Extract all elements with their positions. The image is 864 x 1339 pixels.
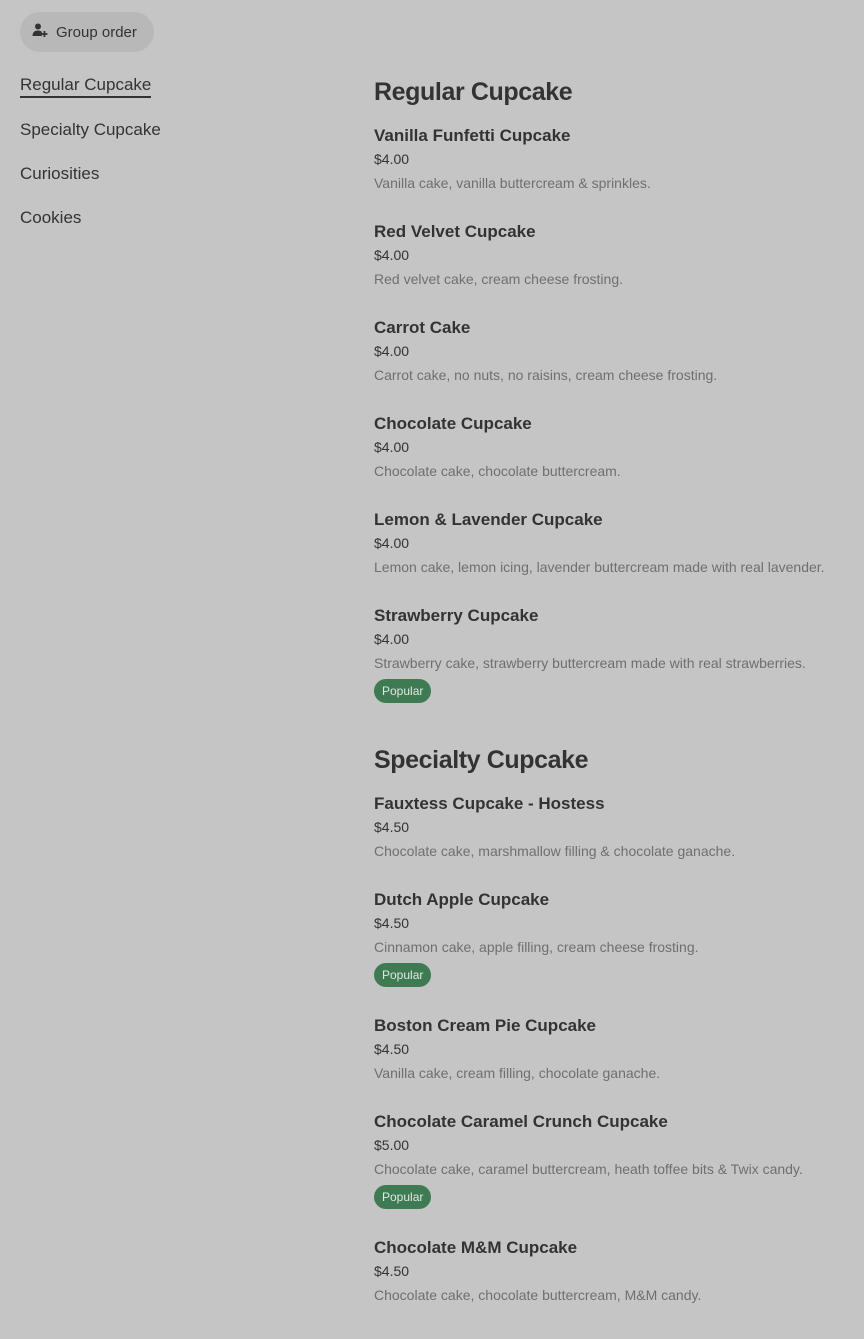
sidebar-item-specialty-cupcake[interactable]: Specialty Cupcake (20, 119, 320, 140)
item-name: Chocolate Caramel Crunch Cupcake (374, 1112, 668, 1131)
menu-item[interactable]: Fauxtess Cupcake - Hostess $4.50 Chocola… (374, 792, 854, 861)
item-description: Chocolate cake, chocolate buttercream, M… (374, 1287, 702, 1303)
item-price: $5.00 (374, 1137, 410, 1153)
menu-item[interactable]: Chocolate M&M Cupcake $4.50 Chocolate ca… (374, 1236, 854, 1305)
item-name: Vanilla Funfetti Cupcake (374, 126, 571, 145)
sidebar-item-cookies[interactable]: Cookies (20, 207, 320, 228)
section-specialty-cupcake: Specialty Cupcake Fauxtess Cupcake - Hos… (374, 744, 854, 1305)
item-description: Carrot cake, no nuts, no raisins, cream … (374, 367, 718, 383)
item-name: Chocolate M&M Cupcake (374, 1238, 578, 1257)
item-name: Red Velvet Cupcake (374, 222, 536, 241)
item-description: Vanilla cake, vanilla buttercream & spri… (374, 175, 651, 191)
popular-badge: Popular (374, 679, 432, 703)
item-description: Red velvet cake, cream cheese frosting. (374, 271, 624, 287)
menu-item[interactable]: Lemon & Lavender Cupcake $4.00 Lemon cak… (374, 508, 854, 577)
item-price: $4.00 (374, 535, 410, 551)
section-title: Regular Cupcake (374, 78, 573, 106)
popular-badge: Popular (374, 1185, 432, 1209)
menu-item[interactable]: Chocolate Caramel Crunch Cupcake $5.00 C… (374, 1110, 854, 1209)
page: Group order Regular Cupcake Specialty Cu… (0, 0, 864, 1339)
menu-item[interactable]: Boston Cream Pie Cupcake $4.50 Vanilla c… (374, 1014, 854, 1083)
item-price: $4.50 (374, 1263, 410, 1279)
menu-item[interactable]: Red Velvet Cupcake $4.00 Red velvet cake… (374, 220, 854, 289)
add-person-icon (32, 22, 48, 43)
item-price: $4.50 (374, 819, 410, 835)
item-name: Fauxtess Cupcake - Hostess (374, 794, 605, 813)
item-price: $4.50 (374, 1041, 410, 1057)
menu: Regular Cupcake Vanilla Funfetti Cupcake… (374, 76, 854, 1332)
menu-item[interactable]: Carrot Cake $4.00 Carrot cake, no nuts, … (374, 316, 854, 385)
sidebar-item-regular-cupcake[interactable]: Regular Cupcake (20, 74, 152, 98)
category-nav: Regular Cupcake Specialty Cupcake Curios… (20, 74, 320, 251)
item-name: Boston Cream Pie Cupcake (374, 1016, 597, 1035)
section-title: Specialty Cupcake (374, 746, 589, 774)
menu-item[interactable]: Strawberry Cupcake $4.00 Strawberry cake… (374, 604, 854, 703)
item-name: Dutch Apple Cupcake (374, 890, 550, 909)
item-description: Chocolate cake, caramel buttercream, hea… (374, 1161, 803, 1177)
menu-item[interactable]: Dutch Apple Cupcake $4.50 Cinnamon cake,… (374, 888, 854, 987)
item-price: $4.50 (374, 915, 410, 931)
sidebar-item-curiosities[interactable]: Curiosities (20, 163, 320, 184)
section-regular-cupcake: Regular Cupcake Vanilla Funfetti Cupcake… (374, 76, 854, 703)
item-name: Strawberry Cupcake (374, 606, 539, 625)
group-order-label: Group order (56, 23, 137, 41)
menu-item[interactable]: Vanilla Funfetti Cupcake $4.00 Vanilla c… (374, 124, 854, 193)
item-price: $4.00 (374, 247, 410, 263)
item-description: Chocolate cake, marshmallow filling & ch… (374, 843, 736, 859)
item-name: Chocolate Cupcake (374, 414, 532, 433)
group-order-button[interactable]: Group order (20, 12, 154, 52)
item-description: Strawberry cake, strawberry buttercream … (374, 655, 806, 671)
item-description: Chocolate cake, chocolate buttercream. (374, 463, 621, 479)
item-price: $4.00 (374, 343, 410, 359)
item-description: Cinnamon cake, apple filling, cream chee… (374, 939, 699, 955)
item-price: $4.00 (374, 439, 410, 455)
popular-badge: Popular (374, 963, 432, 987)
item-price: $4.00 (374, 151, 410, 167)
item-price: $4.00 (374, 631, 410, 647)
item-name: Carrot Cake (374, 318, 471, 337)
menu-item[interactable]: Chocolate Cupcake $4.00 Chocolate cake, … (374, 412, 854, 481)
item-name: Lemon & Lavender Cupcake (374, 510, 603, 529)
item-description: Vanilla cake, cream filling, chocolate g… (374, 1065, 661, 1081)
item-description: Lemon cake, lemon icing, lavender butter… (374, 559, 825, 575)
